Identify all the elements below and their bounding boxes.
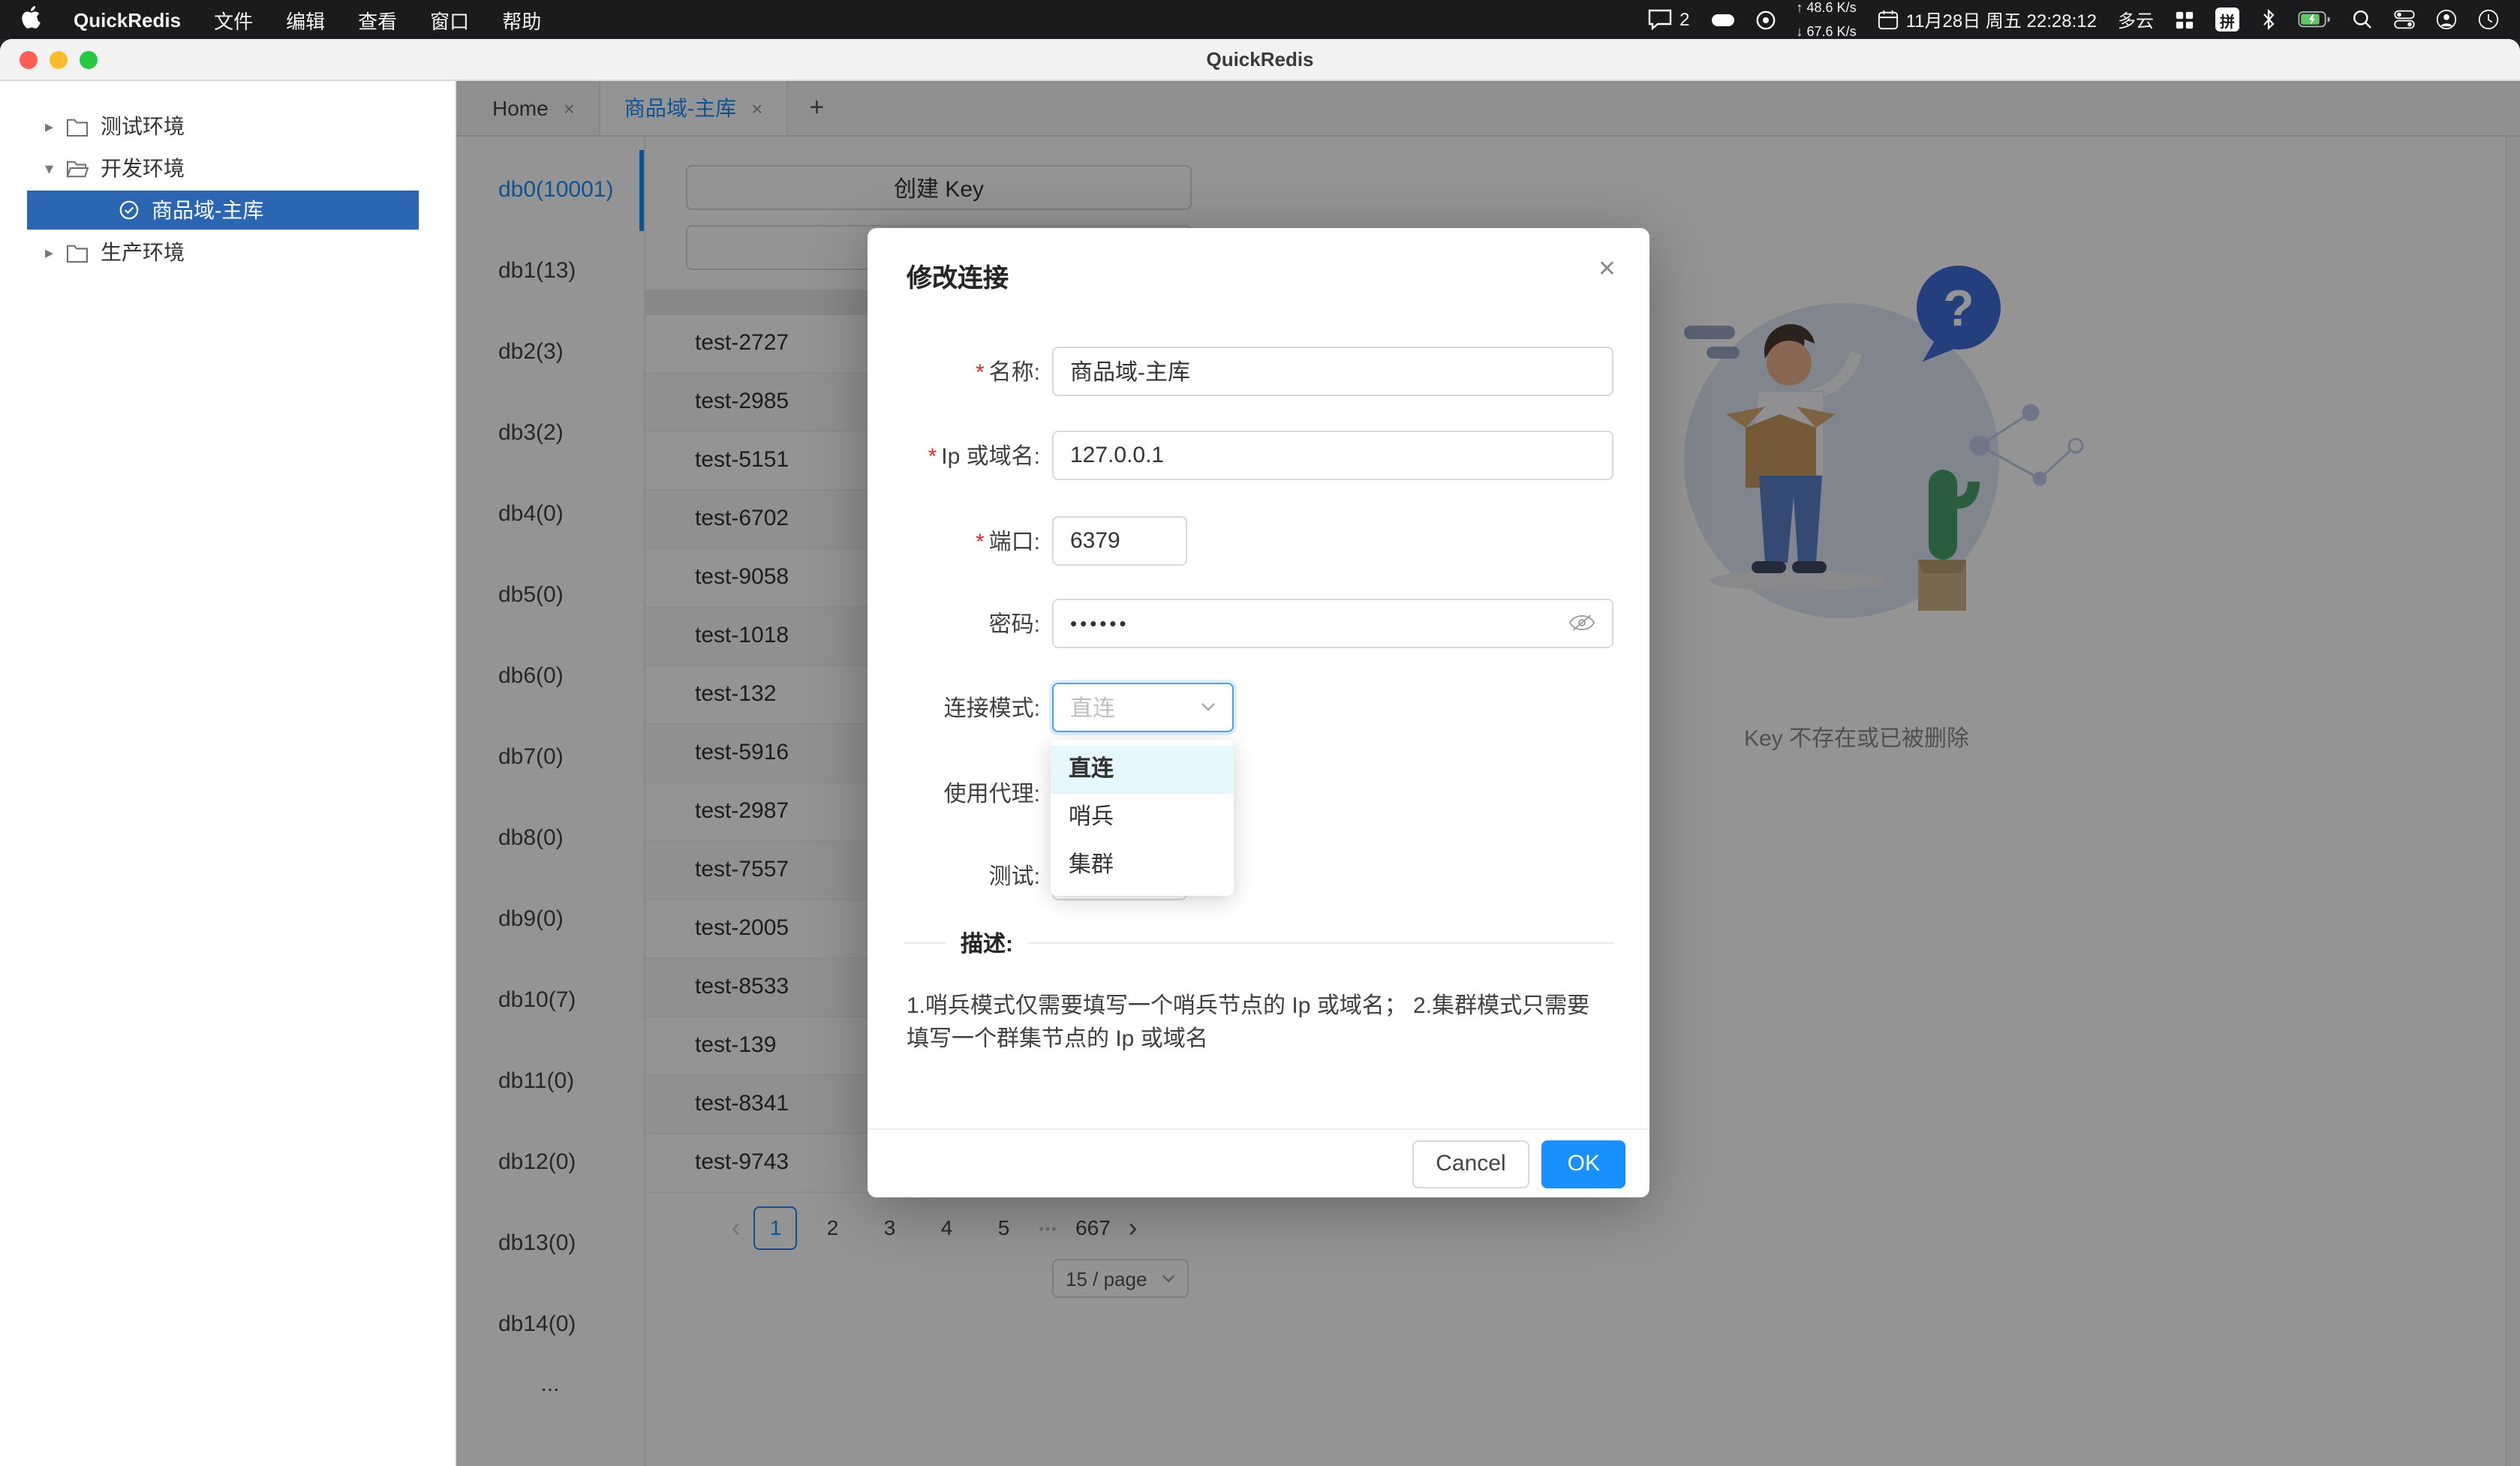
minimize-window-button[interactable] (50, 51, 68, 69)
form-row-port: * 端口: 6379 (904, 515, 1613, 566)
down-arrow-icon: ↓ (1796, 23, 1803, 38)
sidebar-item-connection-selected[interactable]: 商品域-主库 (27, 191, 419, 230)
datetime-widget[interactable]: 11月28日 周五 22:28:12 (1878, 7, 2097, 32)
chat-count: 2 (1679, 9, 1690, 30)
modal-close-icon[interactable]: ✕ (1598, 255, 1616, 282)
form-row-ip: * Ip 或域名: 127.0.0.1 (904, 429, 1613, 480)
caret-down-icon[interactable]: ▾ (45, 158, 66, 178)
input-method-icon[interactable]: 拼 (2215, 8, 2239, 32)
connection-mode-select[interactable]: 直连 (1052, 682, 1234, 731)
eye-invisible-icon[interactable] (1568, 614, 1595, 632)
bluetooth-icon[interactable] (2260, 9, 2277, 30)
sidebar-item-dev-env[interactable]: ▾ 开发环境 (0, 147, 455, 189)
port-label: * 端口: (975, 529, 1040, 554)
form-row-password: 密码: •••••• (904, 597, 1613, 648)
tree-label: 开发环境 (101, 156, 185, 180)
menu-item[interactable]: 窗口 (430, 5, 469, 34)
menu-item[interactable]: 查看 (358, 5, 397, 34)
chevron-down-icon (1201, 703, 1215, 711)
net-up-speed: 48.6 K/s (1806, 0, 1857, 15)
screen: QuickRedis 文件 编辑 查看 窗口 帮助 2 ↑ 48.6 K/s ↓ 67.… (0, 0, 2520, 1466)
description-text: 1.哨兵模式仅需要填写一个哨兵节点的 Ip 或域名； 2.集群模式只需要填写一个… (907, 993, 1590, 1052)
chat-bubble-icon (1648, 9, 1672, 30)
menu-bar: QuickRedis 文件 编辑 查看 窗口 帮助 2 ↑ 48.6 K/s ↓ 67.… (0, 0, 2520, 39)
apple-logo-icon[interactable] (21, 6, 41, 33)
password-label: 密码: (988, 611, 1040, 637)
test-label: 测试: (988, 864, 1040, 889)
tree-label: 测试环境 (101, 114, 185, 138)
ip-label: * Ip 或域名: (928, 443, 1040, 469)
ip-field[interactable]: 127.0.0.1 (1052, 430, 1613, 479)
menubar-status-area: 2 ↑ 48.6 K/s ↓ 67.6 K/s 11月28日 周五 22:28:… (1648, 0, 2499, 40)
battery-icon[interactable] (2298, 11, 2331, 29)
menu-item[interactable]: 帮助 (502, 5, 541, 34)
mode-option[interactable]: 集群 (1051, 842, 1234, 890)
network-speed-widget[interactable]: ↑ 48.6 K/s ↓ 67.6 K/s (1797, 0, 1857, 40)
port-field[interactable]: 6379 (1052, 515, 1187, 565)
window-title: QuickRedis (1206, 48, 1314, 71)
form-row-name: * 名称: 商品域-主库 (904, 345, 1613, 396)
form-row-proxy: 使用代理: (904, 767, 1613, 818)
menu-item[interactable]: 编辑 (286, 5, 325, 34)
modal-footer: Cancel OK (868, 1128, 1649, 1197)
mode-option[interactable]: 哨兵 (1051, 794, 1234, 842)
app-status-icon[interactable] (1756, 10, 1776, 29)
description-divider: 描述: (904, 927, 1613, 959)
calendar-icon (1878, 10, 1898, 30)
menu-item[interactable]: 文件 (214, 5, 253, 34)
required-mark: * (975, 529, 985, 554)
traffic-lights (20, 51, 98, 69)
close-window-button[interactable] (20, 51, 38, 69)
search-icon[interactable] (2352, 9, 2373, 30)
ok-button[interactable]: OK (1541, 1140, 1625, 1188)
name-field[interactable]: 商品域-主库 (1052, 346, 1613, 395)
required-mark: * (928, 443, 937, 469)
sidebar-item-prod-env[interactable]: ▸ 生产环境 (0, 231, 455, 273)
folder-icon (66, 116, 89, 136)
menubar-menus: 文件 编辑 查看 窗口 帮助 (214, 5, 541, 34)
pill-widget-icon[interactable] (1711, 13, 1735, 26)
menubar-datetime: 11月28日 周五 22:28:12 (1905, 10, 2097, 31)
proxy-label: 使用代理: (943, 781, 1040, 807)
grid-icon[interactable] (2175, 10, 2194, 29)
check-circle-icon (119, 200, 140, 221)
tree-label: 商品域-主库 (152, 198, 264, 222)
open-folder-icon (66, 158, 89, 178)
modal-title: 修改连接 (907, 264, 1009, 293)
menubar-app-name[interactable]: QuickRedis (74, 8, 181, 31)
form-row-test: 测试: (904, 849, 1613, 900)
required-mark: * (975, 359, 985, 385)
mode-value: 直连 (1070, 695, 1116, 721)
clock-icon[interactable] (2478, 9, 2499, 30)
name-label: * 名称: (975, 359, 1040, 385)
zoom-window-button[interactable] (80, 51, 98, 69)
connection-sidebar: ▸ 测试环境 ▾ 开发环境 商品域-主库 ▸ 生产环境 (0, 81, 456, 1466)
folder-icon (66, 242, 89, 262)
tree-label: 生产环境 (101, 240, 185, 264)
chat-status-item[interactable]: 2 (1648, 9, 1690, 30)
weather-widget[interactable]: 多云 (2118, 7, 2154, 32)
mode-option[interactable]: 直连 (1051, 746, 1234, 794)
password-field[interactable]: •••••• (1052, 598, 1613, 647)
window-titlebar: QuickRedis (0, 39, 2520, 81)
user-icon[interactable] (2436, 9, 2457, 30)
sidebar-item-test-env[interactable]: ▸ 测试环境 (0, 105, 455, 147)
control-center-icon[interactable] (2394, 9, 2415, 30)
form-row-mode: 连接模式: 直连 (904, 681, 1613, 732)
net-down-speed: 67.6 K/s (1806, 23, 1857, 38)
up-arrow-icon: ↑ (1796, 0, 1803, 15)
cancel-button[interactable]: Cancel (1412, 1140, 1530, 1188)
mode-label: 连接模式: (943, 695, 1040, 721)
caret-right-icon[interactable]: ▸ (45, 116, 66, 136)
mode-dropdown: 直连 哨兵 集群 (1051, 740, 1234, 896)
caret-right-icon[interactable]: ▸ (45, 242, 66, 262)
edit-connection-modal: 修改连接 ✕ * 名称: 商品域-主库 * Ip 或域名: 127.0.0.1 * 端… (868, 228, 1649, 1197)
